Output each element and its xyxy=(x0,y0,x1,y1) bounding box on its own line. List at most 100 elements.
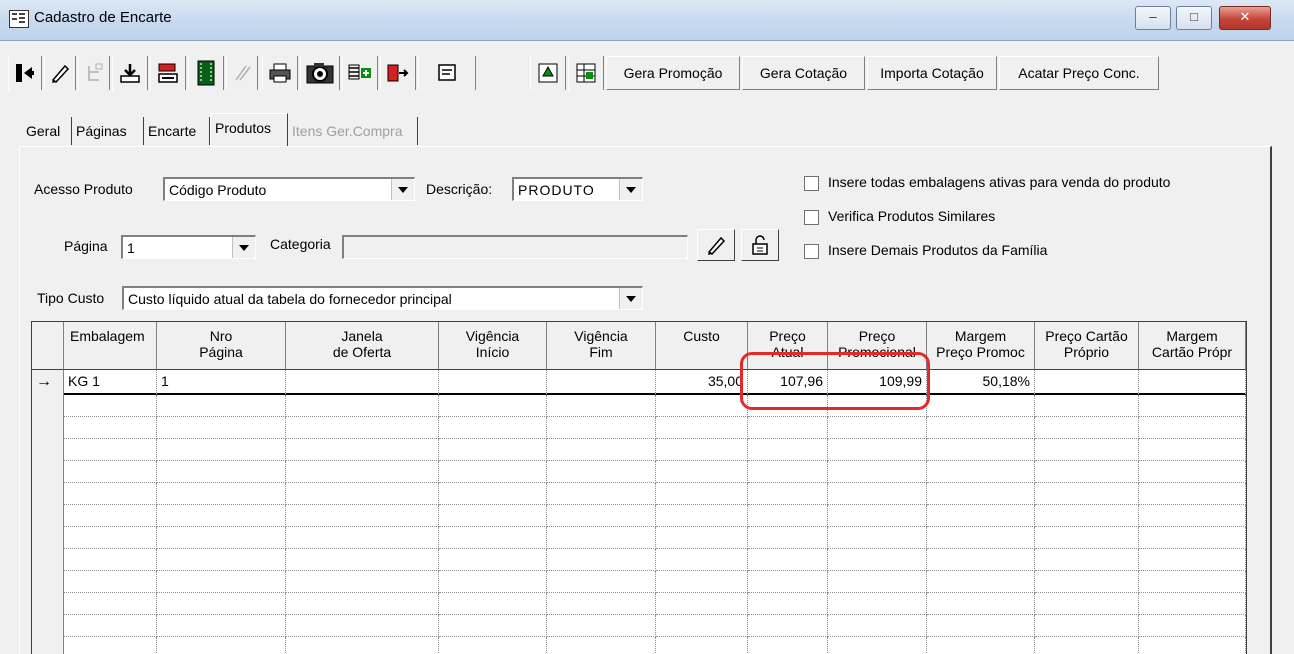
grid-empty-cell[interactable] xyxy=(1035,461,1139,483)
descricao-select[interactable]: PRODUTO xyxy=(512,177,643,201)
grid-empty-cell[interactable] xyxy=(656,571,748,593)
grid-empty-cell[interactable] xyxy=(828,417,927,439)
grid-empty-cell[interactable] xyxy=(64,571,157,593)
grid-empty-cell[interactable] xyxy=(439,417,547,439)
grid-empty-cell[interactable] xyxy=(828,527,927,549)
grid-empty-cell[interactable] xyxy=(286,549,439,571)
grid-empty-cell[interactable] xyxy=(1035,439,1139,461)
insere-embalagens-checkbox[interactable] xyxy=(804,176,819,191)
grid-cell[interactable] xyxy=(286,370,439,395)
grid-cell[interactable]: 1 xyxy=(157,370,286,395)
grid-cell[interactable] xyxy=(1139,370,1246,395)
grid-empty-cell[interactable] xyxy=(927,593,1035,615)
grid-empty-cell[interactable] xyxy=(64,505,157,527)
grid-empty-cell[interactable] xyxy=(64,483,157,505)
grid-empty-cell[interactable] xyxy=(547,505,656,527)
grid-empty-cell[interactable] xyxy=(64,615,157,637)
grid-empty-cell[interactable] xyxy=(157,593,286,615)
grid-empty-cell[interactable] xyxy=(64,395,157,417)
grid-empty-cell[interactable] xyxy=(1035,395,1139,417)
grid-empty-cell[interactable] xyxy=(157,439,286,461)
edit-icon[interactable] xyxy=(44,56,76,90)
grid-empty-cell[interactable] xyxy=(1139,395,1246,417)
col-header-preco-cartao-proprio[interactable]: Preço Cartão Próprio xyxy=(1035,322,1139,370)
grid-empty-cell[interactable] xyxy=(1035,593,1139,615)
grid-empty-cell[interactable] xyxy=(828,571,927,593)
grid-empty-cell[interactable] xyxy=(656,637,748,654)
grid-empty-cell[interactable] xyxy=(64,593,157,615)
tab-geral[interactable]: Geral xyxy=(22,117,72,145)
grid-empty-cell[interactable] xyxy=(1139,615,1246,637)
grid-empty-cell[interactable] xyxy=(286,615,439,637)
grid-empty-cell[interactable] xyxy=(64,549,157,571)
pagina-select[interactable]: 1 xyxy=(121,235,256,259)
grid-empty-cell[interactable] xyxy=(828,483,927,505)
grid-empty-cell[interactable] xyxy=(1139,637,1246,654)
grid-empty-cell[interactable] xyxy=(927,483,1035,505)
grid-empty-cell[interactable] xyxy=(157,527,286,549)
grid-empty-cell[interactable] xyxy=(64,417,157,439)
grid-empty-cell[interactable] xyxy=(927,637,1035,654)
grid-empty-cell[interactable] xyxy=(439,549,547,571)
grid-empty-cell[interactable] xyxy=(157,395,286,417)
grid-empty-cell[interactable] xyxy=(439,527,547,549)
grid-empty-cell[interactable] xyxy=(656,395,748,417)
grid-empty-cell[interactable] xyxy=(157,417,286,439)
grid-empty-cell[interactable] xyxy=(157,615,286,637)
grid-empty-cell[interactable] xyxy=(157,483,286,505)
grid-empty-cell[interactable] xyxy=(286,637,439,654)
grid-empty-cell[interactable] xyxy=(1139,505,1246,527)
grid-empty-cell[interactable] xyxy=(748,571,828,593)
grid-empty-cell[interactable] xyxy=(828,615,927,637)
grid-cell[interactable]: 35,00 xyxy=(656,370,748,395)
grid-empty-cell[interactable] xyxy=(157,571,286,593)
unlock-categoria-button[interactable] xyxy=(741,229,779,261)
grid-empty-cell[interactable] xyxy=(64,637,157,654)
grid-empty-cell[interactable] xyxy=(656,505,748,527)
film-icon[interactable] xyxy=(188,56,224,90)
close-button[interactable]: ✕ xyxy=(1219,6,1271,30)
grid-empty-cell[interactable] xyxy=(927,439,1035,461)
grid-empty-cell[interactable] xyxy=(157,549,286,571)
grid-empty-cell[interactable] xyxy=(656,549,748,571)
grid-empty-cell[interactable] xyxy=(748,549,828,571)
gera-promocao-button[interactable]: Gera Promoção xyxy=(606,56,740,90)
grid-empty-cell[interactable] xyxy=(286,417,439,439)
grid-empty-cell[interactable] xyxy=(1035,549,1139,571)
grid-empty-cell[interactable] xyxy=(748,505,828,527)
grid-empty-cell[interactable] xyxy=(547,527,656,549)
grid-empty-cell[interactable] xyxy=(547,461,656,483)
grid-empty-cell[interactable] xyxy=(64,527,157,549)
grid-empty-cell[interactable] xyxy=(1035,615,1139,637)
exit-icon[interactable] xyxy=(8,56,42,90)
verifica-similares-checkbox[interactable] xyxy=(804,210,819,225)
grid-empty-cell[interactable] xyxy=(286,483,439,505)
grid-empty-cell[interactable] xyxy=(547,549,656,571)
grid-empty-cell[interactable] xyxy=(1035,505,1139,527)
grid-empty-cell[interactable] xyxy=(1035,417,1139,439)
col-header-vigencia-inicio[interactable]: Vigência Início xyxy=(439,322,547,370)
grid-empty-cell[interactable] xyxy=(828,549,927,571)
grid-empty-cell[interactable] xyxy=(656,439,748,461)
grid-cell[interactable] xyxy=(439,370,547,395)
chevron-down-icon[interactable] xyxy=(619,179,642,200)
importa-cotacao-button[interactable]: Importa Cotação xyxy=(867,56,997,90)
notes-icon[interactable] xyxy=(418,56,476,90)
import-icon[interactable] xyxy=(112,56,148,90)
grid-empty-cell[interactable] xyxy=(927,461,1035,483)
export-icon[interactable] xyxy=(150,56,186,90)
edit-categoria-button[interactable] xyxy=(697,229,735,261)
insert-row-icon[interactable] xyxy=(342,56,378,90)
grid-empty-cell[interactable] xyxy=(656,417,748,439)
grid-empty-cell[interactable] xyxy=(157,461,286,483)
grid-empty-cell[interactable] xyxy=(1139,417,1246,439)
grid-empty-cell[interactable] xyxy=(656,527,748,549)
move-out-icon[interactable] xyxy=(380,56,416,90)
grid-empty-cell[interactable] xyxy=(1035,637,1139,654)
grid-empty-cell[interactable] xyxy=(547,571,656,593)
grid-empty-cell[interactable] xyxy=(286,505,439,527)
grid-empty-cell[interactable] xyxy=(828,637,927,654)
tab-itens-ger-compra[interactable]: Itens Ger.Compra xyxy=(288,117,418,145)
maximize-button[interactable]: □ xyxy=(1176,6,1212,30)
grid-empty-cell[interactable] xyxy=(656,483,748,505)
